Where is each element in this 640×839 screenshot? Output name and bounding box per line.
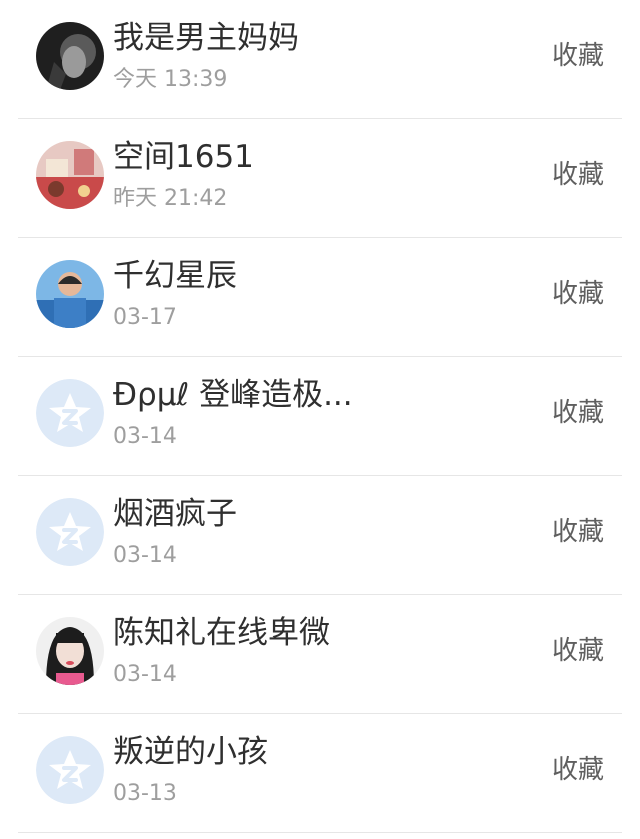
favorite-button[interactable]: 收藏 xyxy=(552,158,604,192)
girl-portrait-avatar-icon xyxy=(36,617,104,685)
default-qzone-star-avatar-icon xyxy=(36,379,104,447)
contact-list: 我是男主妈妈 今天 13:39 收藏 空间1651 昨天 21:42 收藏 千幻… xyxy=(0,0,640,839)
contact-name: 陈知礼在线卑微 xyxy=(113,615,330,651)
contact-name: Ɖρμℓ 登峰造极... xyxy=(113,377,353,413)
list-item[interactable]: 我是男主妈妈 今天 13:39 收藏 xyxy=(0,0,640,119)
list-item[interactable]: 叛逆的小孩 03-13 收藏 xyxy=(0,714,640,833)
avatar[interactable] xyxy=(36,141,104,209)
favorite-button[interactable]: 收藏 xyxy=(552,753,604,787)
favorite-button[interactable]: 收藏 xyxy=(552,634,604,668)
dark-portrait-avatar-icon xyxy=(36,22,104,90)
timestamp: 今天 13:39 xyxy=(113,67,228,92)
contact-name: 叛逆的小孩 xyxy=(113,734,268,770)
favorite-button[interactable]: 收藏 xyxy=(552,39,604,73)
favorite-button[interactable]: 收藏 xyxy=(552,396,604,430)
avatar[interactable] xyxy=(36,260,104,328)
colorful-photo-avatar-icon xyxy=(36,141,104,209)
favorite-button[interactable]: 收藏 xyxy=(552,277,604,311)
list-item[interactable]: 陈知礼在线卑微 03-14 收藏 xyxy=(0,595,640,714)
list-item[interactable]: 千幻星辰 03-17 收藏 xyxy=(0,238,640,357)
timestamp: 03-14 xyxy=(113,662,177,687)
contact-name: 千幻星辰 xyxy=(113,258,237,294)
list-item[interactable]: 烟酒疯子 03-14 收藏 xyxy=(0,476,640,595)
avatar[interactable] xyxy=(36,617,104,685)
default-qzone-star-avatar-icon xyxy=(36,736,104,804)
contact-name: 我是男主妈妈 xyxy=(113,20,299,56)
list-item[interactable]: Ɖρμℓ 登峰造极... 03-14 收藏 xyxy=(0,357,640,476)
list-item[interactable]: 空间1651 昨天 21:42 收藏 xyxy=(0,119,640,238)
default-qzone-star-avatar-icon xyxy=(36,498,104,566)
favorite-button[interactable]: 收藏 xyxy=(552,515,604,549)
avatar[interactable] xyxy=(36,736,104,804)
timestamp: 昨天 21:42 xyxy=(113,186,228,211)
boy-photo-avatar-icon xyxy=(36,260,104,328)
avatar[interactable] xyxy=(36,379,104,447)
timestamp: 03-14 xyxy=(113,543,177,568)
timestamp: 03-17 xyxy=(113,305,177,330)
timestamp: 03-14 xyxy=(113,424,177,449)
timestamp: 03-13 xyxy=(113,781,177,806)
avatar[interactable] xyxy=(36,22,104,90)
contact-name: 空间1651 xyxy=(113,139,254,175)
contact-name: 烟酒疯子 xyxy=(113,496,237,532)
avatar[interactable] xyxy=(36,498,104,566)
